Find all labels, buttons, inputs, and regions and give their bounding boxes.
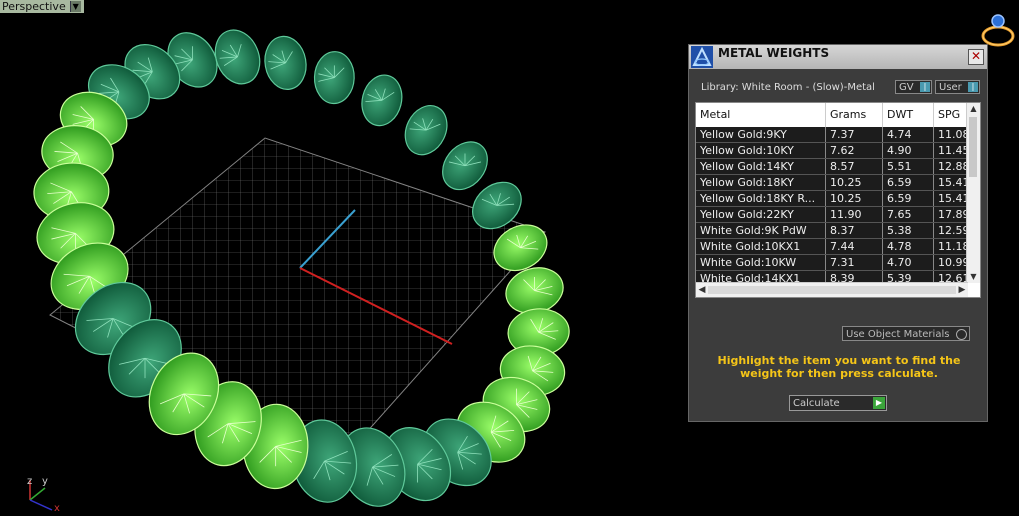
table-cell: 10.25 — [826, 175, 883, 190]
table-cell: 12.88 — [934, 159, 968, 174]
table-cell: 17.89 — [934, 207, 968, 222]
table-row[interactable]: Yellow Gold:10KY 7.62 4.90 11.45 — [696, 143, 968, 159]
table-cell: 4.90 — [883, 143, 934, 158]
panel-title: METAL WEIGHTS — [718, 46, 830, 60]
table-cell: 5.51 — [883, 159, 934, 174]
toggle-knob-icon — [956, 329, 967, 340]
table-row[interactable]: Yellow Gold:18KY R... 10.25 6.59 15.41 — [696, 191, 968, 207]
table-cell: Yellow Gold:10KY — [696, 143, 826, 158]
table-cell: 4.78 — [883, 239, 934, 254]
axis-gizmo: z y x — [27, 476, 60, 514]
table-cell: 8.37 — [826, 223, 883, 238]
scroll-down-icon[interactable]: ▼ — [967, 271, 980, 283]
column-header[interactable]: SPG — [934, 103, 968, 127]
close-icon[interactable]: ✕ — [968, 49, 984, 65]
panel-header[interactable]: METAL WEIGHTS ✕ — [689, 45, 987, 69]
user-dropdown[interactable]: User | — [935, 80, 980, 94]
table-cell: 6.59 — [883, 191, 934, 206]
table-cell: Yellow Gold:22KY — [696, 207, 826, 222]
column-header[interactable]: Grams — [826, 103, 883, 127]
user-dropdown-label: User — [939, 82, 962, 93]
scroll-thumb[interactable] — [969, 117, 977, 177]
vertical-scrollbar[interactable]: ▲ ▼ — [966, 103, 980, 283]
scroll-thumb[interactable] — [708, 286, 956, 294]
table-row[interactable]: Yellow Gold:22KY 11.90 7.65 17.89 — [696, 207, 968, 223]
table-header: Metal Grams DWT SPG — [696, 103, 968, 127]
table-cell: Yellow Gold:9KY — [696, 127, 826, 142]
play-arrow-icon: ▶ — [873, 397, 885, 409]
svg-text:y: y — [42, 476, 48, 487]
gv-dropdown-label: GV — [899, 82, 914, 93]
table-row[interactable]: Yellow Gold:14KY 8.57 5.51 12.88 — [696, 159, 968, 175]
viewport-mode-label: Perspective — [2, 0, 66, 13]
table-cell: White Gold:9K PdW — [696, 223, 826, 238]
column-header[interactable]: Metal — [696, 103, 826, 127]
table-row[interactable]: White Gold:10KW 7.31 4.70 10.99 — [696, 255, 968, 271]
table-cell: 6.59 — [883, 175, 934, 190]
table-cell: Yellow Gold:14KY — [696, 159, 826, 174]
table-cell: 11.08 — [934, 127, 968, 142]
scroll-up-icon[interactable]: ▲ — [967, 103, 980, 115]
scroll-right-icon[interactable]: ▶ — [956, 283, 968, 297]
metal-table: Metal Grams DWT SPG Yellow Gold:9KY 7.37 4.74… — [695, 102, 981, 298]
svg-text:z: z — [27, 476, 32, 487]
use-object-materials-toggle[interactable]: Use Object Materials — [842, 326, 970, 341]
table-cell: 4.70 — [883, 255, 934, 270]
calculate-label: Calculate — [793, 398, 840, 409]
calculate-button[interactable]: Calculate ▶ — [789, 395, 887, 411]
table-row[interactable]: White Gold:9K PdW 8.37 5.38 12.59 — [696, 223, 968, 239]
chevron-down-icon[interactable]: ▼ — [69, 1, 81, 12]
table-cell: 5.38 — [883, 223, 934, 238]
table-cell: 10.25 — [826, 191, 883, 206]
use-object-materials-label: Use Object Materials — [846, 329, 950, 340]
table-cell: 4.74 — [883, 127, 934, 142]
table-cell: 11.45 — [934, 143, 968, 158]
table-cell: 15.41 — [934, 191, 968, 206]
table-cell: 15.41 — [934, 175, 968, 190]
table-cell: White Gold:10KW — [696, 255, 826, 270]
horizontal-scrollbar[interactable]: ◀ ▶ — [696, 282, 968, 297]
table-row[interactable]: White Gold:10KX1 7.44 4.78 11.18 — [696, 239, 968, 255]
table-cell: 8.57 — [826, 159, 883, 174]
table-cell: 7.44 — [826, 239, 883, 254]
table-cell: 7.62 — [826, 143, 883, 158]
table-cell: Yellow Gold:18KY R... — [696, 191, 826, 206]
table-row[interactable]: Yellow Gold:18KY 10.25 6.59 15.41 — [696, 175, 968, 191]
table-cell: 10.99 — [934, 255, 968, 270]
table-body: Yellow Gold:9KY 7.37 4.74 11.08 Yellow Gold:… — [696, 127, 968, 297]
instructions-text: Highlight the item you want to find the … — [717, 354, 961, 380]
scroll-left-icon[interactable]: ◀ — [696, 283, 708, 297]
dropdown-arrow-icon: | — [920, 82, 930, 92]
metal-weights-panel: METAL WEIGHTS ✕ Library: White Room - (S… — [688, 44, 988, 422]
table-cell: 7.31 — [826, 255, 883, 270]
dropdown-arrow-icon: | — [968, 82, 978, 92]
table-cell: 7.37 — [826, 127, 883, 142]
svg-text:x: x — [54, 503, 60, 512]
table-cell: Yellow Gold:18KY — [696, 175, 826, 190]
library-label: Library: White Room - (Slow)-Metal — [701, 82, 875, 93]
table-cell: 12.59 — [934, 223, 968, 238]
gv-dropdown[interactable]: GV | — [895, 80, 932, 94]
table-cell: 11.90 — [826, 207, 883, 222]
viewport-mode-selector[interactable]: Perspective ▼ — [0, 0, 84, 13]
table-cell: White Gold:10KX1 — [696, 239, 826, 254]
app-logo-icon — [691, 46, 713, 68]
table-cell: 11.18 — [934, 239, 968, 254]
column-header[interactable]: DWT — [883, 103, 934, 127]
table-cell: 7.65 — [883, 207, 934, 222]
table-row[interactable]: Yellow Gold:9KY 7.37 4.74 11.08 — [696, 127, 968, 143]
